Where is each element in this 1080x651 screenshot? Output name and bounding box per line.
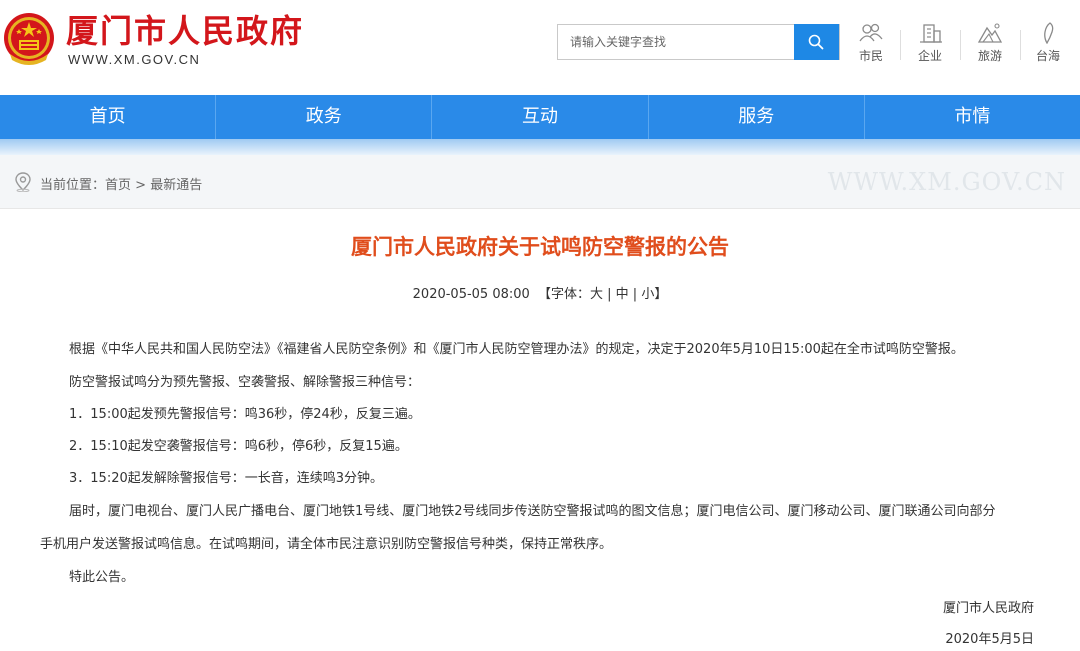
article-paragraph: 防空警报试鸣分为预先警报、空袭警报、解除警报三种信号： <box>69 375 421 390</box>
breadcrumb-prefix: 当前位置： <box>40 178 106 193</box>
article-paragraph: 手机用户发送警报试鸣信息。在试鸣期间，请全体市民注意识别防空警报信号种类，保持正… <box>40 537 613 552</box>
divider <box>1020 30 1021 60</box>
national-emblem-icon[interactable] <box>2 10 56 70</box>
nav-item-interaction[interactable]: 互动 <box>432 95 649 139</box>
article-paragraph: 届时，厦门电视台、厦门人民广播电台、厦门地铁1号线、厦门地铁2号线同步传送防空警… <box>69 504 996 519</box>
site-title[interactable]: 厦门市人民政府 <box>66 12 304 50</box>
nav-item-city-info[interactable]: 市情 <box>865 95 1080 139</box>
nav-item-government[interactable]: 政务 <box>216 95 433 139</box>
site-header: 厦门市人民政府 WWW.XM.GOV.CN 市民 企业 <box>0 0 1080 95</box>
signature: 厦门市人民政府 <box>942 601 1034 616</box>
quick-link-tourism[interactable]: 旅游 <box>966 22 1014 72</box>
quick-link-enterprise[interactable]: 企业 <box>906 22 954 72</box>
divider <box>960 30 961 60</box>
breadcrumb-home-link[interactable]: 首页 <box>105 178 131 193</box>
article-paragraph: 1．15:00起发预先警报信号：鸣36秒，停24秒，反复三遍。 <box>69 407 421 422</box>
font-size-label-open: 【字体： <box>537 287 590 302</box>
quick-link-label: 台海 <box>1035 49 1060 63</box>
breadcrumb-current-link[interactable]: 最新通告 <box>150 178 202 193</box>
quick-link-label: 市民 <box>858 49 883 63</box>
taiwan-icon <box>1044 22 1054 44</box>
publish-date: 2020-05-05 08:00 <box>412 287 530 302</box>
divider <box>900 30 901 60</box>
quick-link-taiwan[interactable]: 台海 <box>1024 22 1072 72</box>
citizen-icon <box>859 23 883 42</box>
font-size-medium-button[interactable]: 中 <box>616 287 629 302</box>
quick-link-citizen[interactable]: 市民 <box>847 22 895 72</box>
article-paragraph: 特此公告。 <box>69 570 135 585</box>
article-meta: 2020-05-05 08:00 【字体：大 | 中 | 小】 <box>0 283 1080 302</box>
article-paragraph: 2．15:10起发空袭警报信号：鸣6秒，停6秒，反复15遍。 <box>69 439 408 454</box>
search-input[interactable] <box>558 25 796 59</box>
search-button[interactable] <box>794 24 839 60</box>
quick-link-label: 旅游 <box>977 49 1002 63</box>
article-paragraph: 根据《中华人民共和国人民防空法》《福建省人民防空条例》和《厦门市人民防空管理办法… <box>69 342 964 357</box>
breadcrumb: 当前位置：首页 > 最新通告 <box>40 174 202 193</box>
nav-accent-strip <box>0 139 1080 155</box>
enterprise-icon <box>920 24 942 43</box>
font-size-separator: | <box>628 287 642 302</box>
quick-link-label: 企业 <box>917 49 942 63</box>
site-watermark: WWW.XM.GOV.CN <box>827 168 1066 196</box>
sign-date: 2020年5月5日 <box>945 632 1034 647</box>
search-icon <box>808 34 824 50</box>
article-paragraph: 3．15:20起发解除警报信号：一长音，连续鸣3分钟。 <box>69 471 384 486</box>
font-size-small-button[interactable]: 小 <box>641 287 654 302</box>
nav-item-home[interactable]: 首页 <box>0 95 217 139</box>
breadcrumb-separator: > <box>131 178 151 193</box>
location-pin-icon <box>15 172 31 192</box>
tourism-icon <box>977 23 1003 43</box>
main-nav: 首页 政务 互动 服务 市情 <box>0 95 1080 139</box>
article-title: 厦门市人民政府关于试鸣防空警报的公告 <box>351 235 729 259</box>
site-domain: WWW.XM.GOV.CN <box>68 52 201 67</box>
nav-item-services[interactable]: 服务 <box>649 95 865 139</box>
font-size-large-button[interactable]: 大 <box>590 287 603 302</box>
font-size-label-close: 】 <box>654 287 668 302</box>
font-size-separator: | <box>602 287 616 302</box>
search-box <box>557 24 840 60</box>
